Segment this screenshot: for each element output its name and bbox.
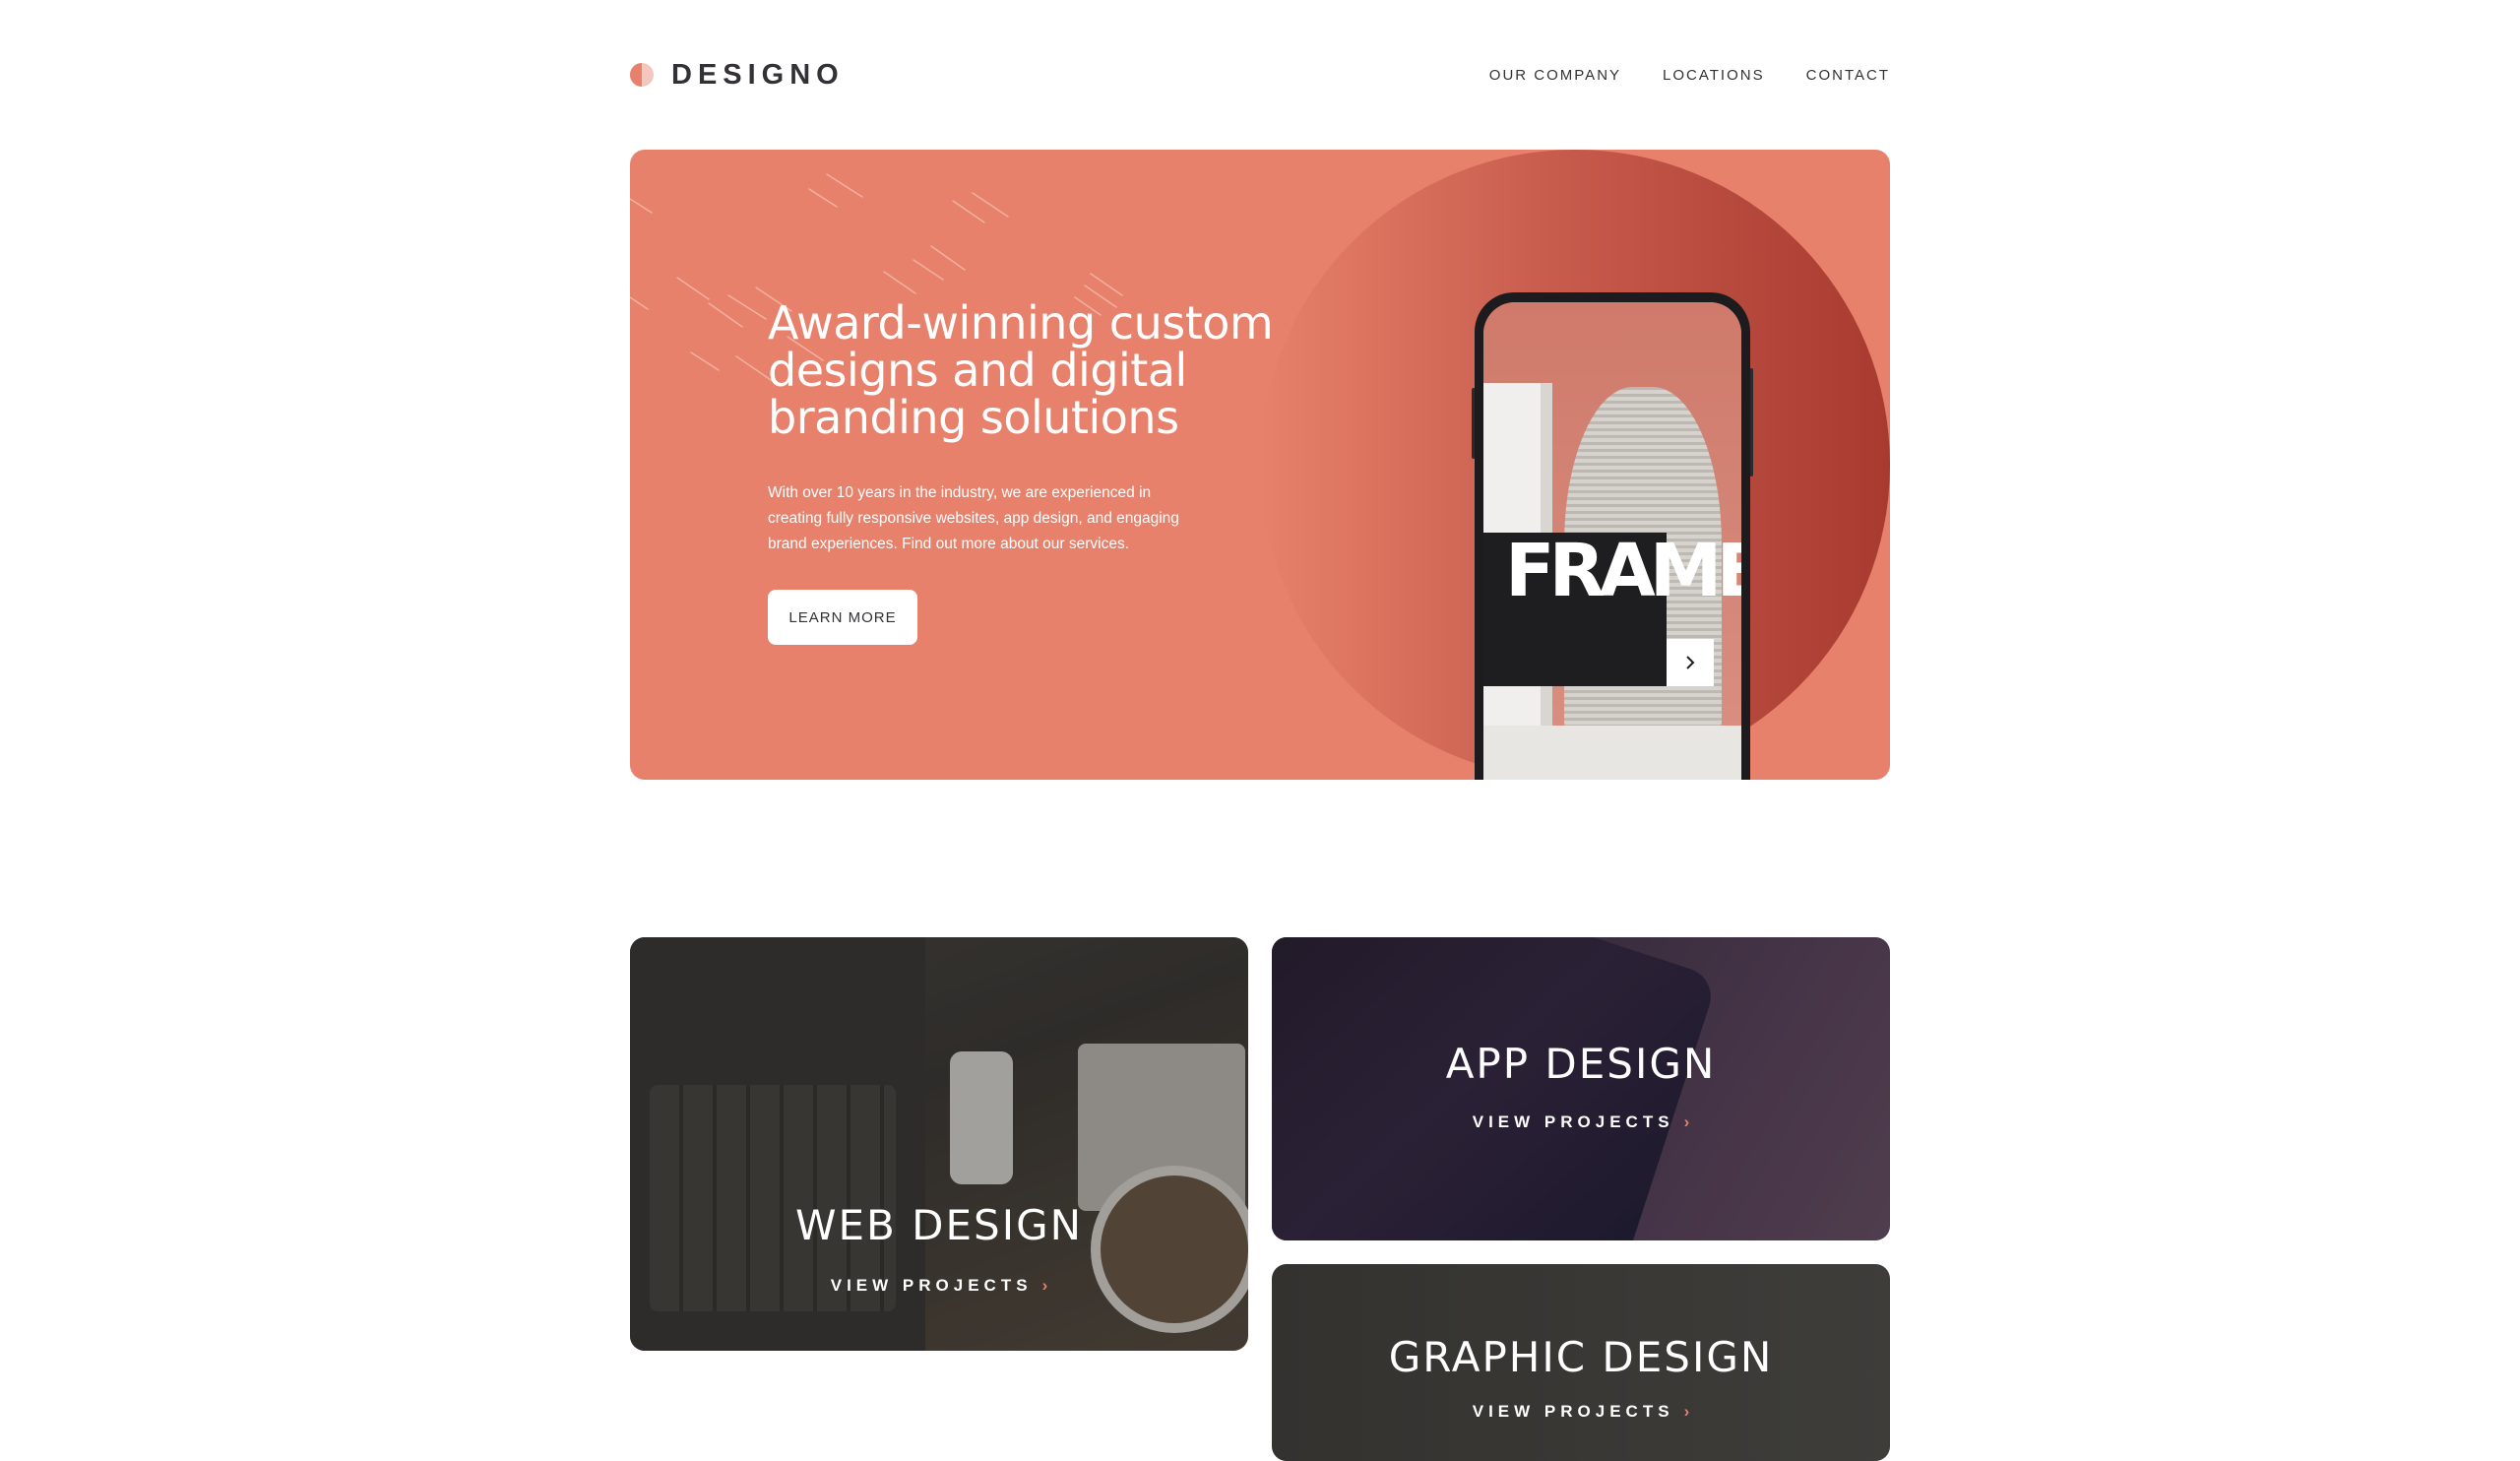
nav-contact[interactable]: CONTACT [1806,67,1890,84]
chevron-right-icon [1686,656,1695,669]
card-overlay [1272,937,1890,1240]
logo[interactable]: DESIGNO [630,57,845,93]
site-header: DESIGNO OUR COMPANY LOCATIONS CONTACT [630,57,1890,93]
chevron-right-icon: › [1683,1402,1690,1421]
view-projects-label: VIEW PROJECTS [830,1276,1033,1295]
graphic-design-card[interactable]: GRAPHIC DESIGN VIEW PROJECTS › [1272,1264,1890,1461]
hero-description: With over 10 years in the industry, we a… [768,484,1179,552]
graphic-design-title: GRAPHIC DESIGN [1388,1333,1774,1381]
logo-text: DESIGNO [671,58,845,91]
app-design-view-projects-link[interactable]: VIEW PROJECTS › [1272,1112,1890,1132]
nav-our-company[interactable]: OUR COMPANY [1489,67,1621,84]
app-design-title: APP DESIGN [1445,1040,1717,1088]
nav-locations[interactable]: LOCATIONS [1663,67,1765,84]
hero-title: Award-winning custom designs and digital… [768,296,1274,444]
half-circle-logo-icon [630,63,654,87]
graphic-design-view-projects-link[interactable]: VIEW PROJECTS › [1272,1402,1890,1422]
web-design-view-projects-link[interactable]: VIEW PROJECTS › [630,1276,1248,1296]
frame-label: FRAME [1505,529,1741,613]
chevron-right-icon: › [1041,1276,1048,1295]
hero-section: Award-winning custom designs and digital… [630,150,1890,780]
view-projects-label: VIEW PROJECTS [1472,1402,1674,1421]
phone-screen: FRAME [1483,302,1741,780]
screen-floor [1483,726,1741,780]
phone-next-button[interactable] [1667,639,1714,686]
app-design-card[interactable]: APP DESIGN VIEW PROJECTS › [1272,937,1890,1240]
learn-more-button[interactable]: LEARN MORE [768,590,917,645]
web-design-card[interactable]: WEB DESIGN VIEW PROJECTS › [630,937,1248,1351]
chevron-right-icon: › [1683,1112,1690,1131]
view-projects-label: VIEW PROJECTS [1472,1112,1674,1131]
web-design-title: WEB DESIGN [794,1201,1084,1249]
main-nav: OUR COMPANY LOCATIONS CONTACT [1448,57,1890,93]
